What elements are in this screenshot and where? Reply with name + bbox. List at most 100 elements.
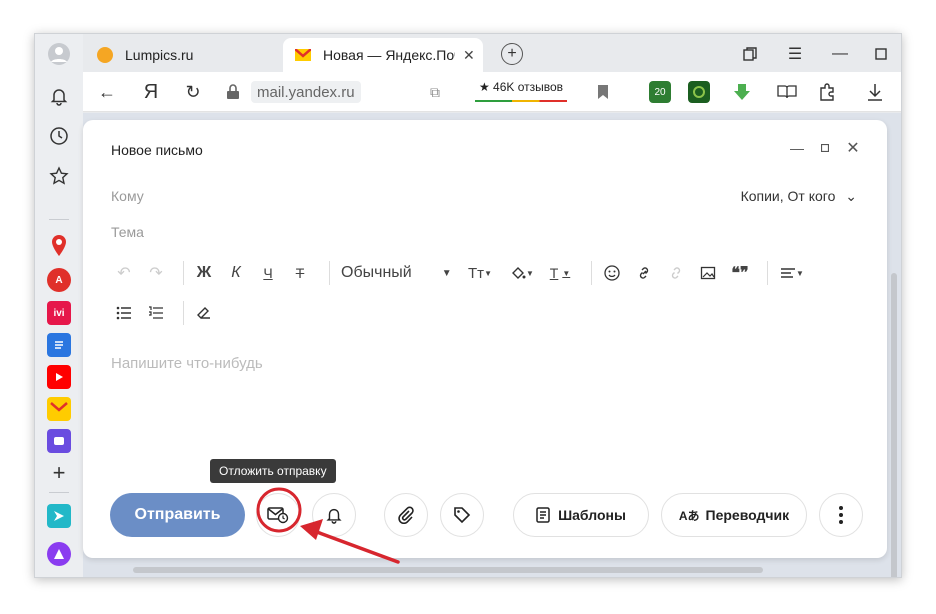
new-tab-button[interactable]: + xyxy=(501,43,523,65)
toolbar-divider xyxy=(591,261,592,285)
templates-label: Шаблоны xyxy=(558,507,626,523)
bookmark-icon[interactable] xyxy=(591,80,615,104)
zen-icon[interactable] xyxy=(47,504,71,528)
reload-icon[interactable]: ↻ xyxy=(181,80,205,104)
schedule-send-tooltip: Отложить отправку xyxy=(210,459,336,483)
tab-yandex-mail[interactable]: Новая — Яндекс.Почта ✕ xyxy=(283,38,483,72)
mail-icon[interactable] xyxy=(47,397,71,421)
ivi-icon[interactable]: ivi xyxy=(47,301,71,325)
browser-sidebar: A ivi + xyxy=(35,34,83,577)
strike-button[interactable]: Т xyxy=(289,261,311,285)
bell-icon[interactable] xyxy=(47,84,71,108)
align-icon[interactable]: ▼ xyxy=(777,261,807,285)
text-style-select[interactable]: Обычный ▼ xyxy=(341,261,461,285)
browser-window: A ivi + Lumpics.ru Новая — Яндекс.По ✕ +… xyxy=(34,33,902,578)
undo-icon[interactable]: ↶ xyxy=(113,261,135,285)
copies-label: Копии, От кого xyxy=(740,188,836,204)
share-icon[interactable]: ⧉ xyxy=(423,80,447,104)
lumpics-favicon-icon xyxy=(97,47,113,63)
more-options-button[interactable] xyxy=(819,493,863,537)
fill-color-icon[interactable]: ▼ xyxy=(507,261,537,285)
reviews-label: ★ 46K отзывов xyxy=(478,80,564,94)
translate-icon[interactable]: A xyxy=(47,268,71,292)
url-host[interactable]: mail.yandex.ru xyxy=(251,81,361,103)
star-icon[interactable] xyxy=(47,164,71,188)
back-icon[interactable]: ← xyxy=(95,80,119,104)
font-size-icon[interactable]: Tт ▼ xyxy=(465,261,495,285)
paperclip-icon xyxy=(398,506,414,524)
extension-vpn-icon[interactable] xyxy=(688,81,710,103)
attach-button[interactable] xyxy=(384,493,428,537)
toolbar-divider xyxy=(767,261,768,285)
reviews-widget[interactable]: ★ 46K отзывов xyxy=(475,80,567,104)
expand-icon[interactable] xyxy=(815,138,835,158)
to-field[interactable]: Кому xyxy=(111,188,144,204)
user-avatar-icon[interactable] xyxy=(47,42,71,66)
bold-button[interactable]: Ж xyxy=(193,261,215,285)
maps-icon[interactable] xyxy=(47,234,71,258)
text-color-icon[interactable]: T ▼ xyxy=(545,261,575,285)
history-icon[interactable] xyxy=(47,124,71,148)
link-icon[interactable] xyxy=(633,261,655,285)
toolbar-divider xyxy=(329,261,330,285)
reader-mode-icon[interactable] xyxy=(775,80,799,104)
templates-button[interactable]: Шаблоны xyxy=(513,493,649,537)
body-editor[interactable]: Напишите что-нибудь xyxy=(111,355,263,372)
close-compose-icon[interactable]: ✕ xyxy=(843,138,863,158)
collapse-icon[interactable]: — xyxy=(787,138,807,158)
quote-icon[interactable]: ❝❞ xyxy=(729,261,751,285)
extensions-icon[interactable] xyxy=(815,80,839,104)
tag-icon xyxy=(454,507,471,524)
kebab-menu-icon xyxy=(839,506,843,524)
menu-icon[interactable]: ☰ xyxy=(783,42,807,66)
messenger-icon[interactable] xyxy=(47,429,71,453)
yandex-brand-button[interactable]: Я xyxy=(139,80,163,104)
schedule-send-button[interactable] xyxy=(256,493,300,537)
translator-button[interactable]: Aあ Переводчик xyxy=(661,493,807,537)
docs-icon[interactable] xyxy=(47,333,71,357)
address-toolbar: ← Я ↻ mail.yandex.ru ⧉ ★ 46K отзывов 20 xyxy=(83,72,901,112)
tab-strip: Lumpics.ru Новая — Яндекс.Почта ✕ + ☰ — … xyxy=(83,34,901,72)
vertical-scrollbar[interactable] xyxy=(891,273,897,577)
translate-glyph-icon: Aあ xyxy=(678,508,700,523)
unlink-icon[interactable] xyxy=(665,261,687,285)
youtube-icon[interactable] xyxy=(47,365,71,389)
tab-title: Lumpics.ru xyxy=(125,47,194,63)
bell-icon xyxy=(326,508,342,524)
label-button[interactable] xyxy=(440,493,484,537)
text-style-value: Обычный xyxy=(341,264,412,281)
image-icon[interactable] xyxy=(697,261,719,285)
plus-icon[interactable]: + xyxy=(47,460,71,485)
reminder-button[interactable] xyxy=(312,493,356,537)
compose-title: Новое письмо xyxy=(111,142,203,158)
tab-lumpics[interactable]: Lumpics.ru xyxy=(85,38,281,72)
maximize-icon[interactable] xyxy=(869,42,893,66)
subject-field[interactable]: Тема xyxy=(111,224,144,240)
lock-icon[interactable] xyxy=(221,80,245,104)
sidebar-divider xyxy=(49,219,69,220)
minimize-icon[interactable]: — xyxy=(828,42,852,66)
numbered-list-icon[interactable] xyxy=(145,301,167,325)
compose-window: Новое письмо — ✕ Кому Копии, От кого ⌄ Т… xyxy=(83,120,887,558)
bullet-list-icon[interactable] xyxy=(113,301,135,325)
redo-icon[interactable]: ↷ xyxy=(145,261,167,285)
horizontal-scrollbar[interactable] xyxy=(133,567,763,573)
close-tab-icon[interactable]: ✕ xyxy=(463,47,475,64)
tabs-manager-icon[interactable] xyxy=(738,42,762,66)
send-button[interactable]: Отправить xyxy=(110,493,245,537)
emoji-icon[interactable] xyxy=(601,261,623,285)
underline-button[interactable]: Ч xyxy=(257,261,279,285)
mail-favicon-icon xyxy=(295,47,311,63)
extension-badge-count: 20 xyxy=(654,86,666,98)
italic-button[interactable]: К xyxy=(225,261,247,285)
clear-format-icon[interactable] xyxy=(193,301,215,325)
extension-badge-icon[interactable]: 20 xyxy=(649,81,671,103)
toolbar-divider xyxy=(183,261,184,285)
copies-from-toggle[interactable]: Копии, От кого ⌄ xyxy=(741,188,857,205)
downloads-icon[interactable] xyxy=(863,80,887,104)
sidebar-divider xyxy=(49,492,69,493)
reviews-rating-bar xyxy=(475,100,567,102)
download-extension-icon[interactable] xyxy=(731,81,753,103)
toolbar-divider xyxy=(183,301,184,325)
alice-icon[interactable] xyxy=(47,542,71,566)
